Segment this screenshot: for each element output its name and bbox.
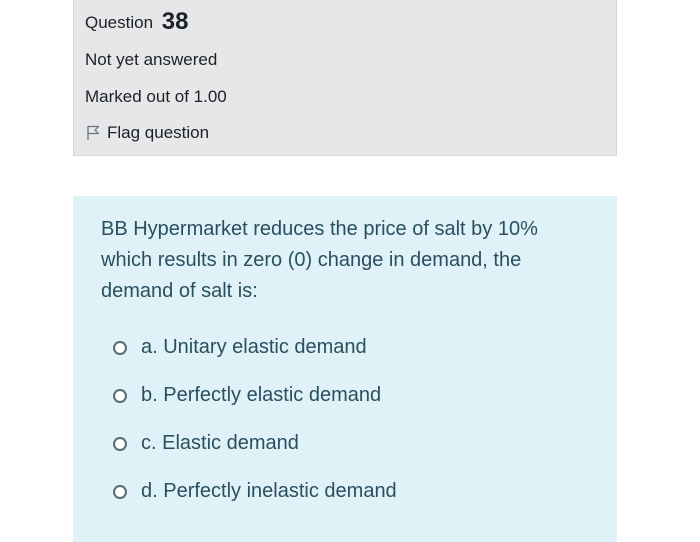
question-grade: Marked out of 1.00 xyxy=(85,87,227,106)
question-text: BB Hypermarket reduces the price of salt… xyxy=(101,218,538,302)
question-number: 38 xyxy=(161,8,189,35)
answer-label: b. Perfectly elastic demand xyxy=(141,384,382,406)
answer-option-a[interactable]: a. Unitary elastic demand xyxy=(113,336,367,359)
answer-label: d. Perfectly inelastic demand xyxy=(141,480,397,502)
radio-button[interactable] xyxy=(113,388,127,403)
radio-button[interactable] xyxy=(113,484,127,499)
radio-button[interactable] xyxy=(113,436,127,451)
answer-label: c. Elastic demand xyxy=(141,432,299,454)
question-prefix: Question xyxy=(85,13,154,32)
answer-option-d[interactable]: d. Perfectly inelastic demand xyxy=(113,480,397,503)
answer-option-c[interactable]: c. Elastic demand xyxy=(113,432,299,455)
question-content: BB Hypermarket reduces the price of salt… xyxy=(73,196,617,542)
flag-question-label: Flag question xyxy=(107,123,210,142)
question-state: Not yet answered xyxy=(85,50,218,69)
answer-option-b[interactable]: b. Perfectly elastic demand xyxy=(113,384,381,407)
flag-outline-icon xyxy=(87,125,100,140)
question-number-label: Question 38 xyxy=(85,8,188,36)
question-info-panel: Question 38 Not yet answered Marked out … xyxy=(73,0,617,156)
flag-question-link[interactable]: Flag question xyxy=(86,123,209,143)
radio-button[interactable] xyxy=(113,340,127,355)
answer-label: a. Unitary elastic demand xyxy=(141,336,367,358)
